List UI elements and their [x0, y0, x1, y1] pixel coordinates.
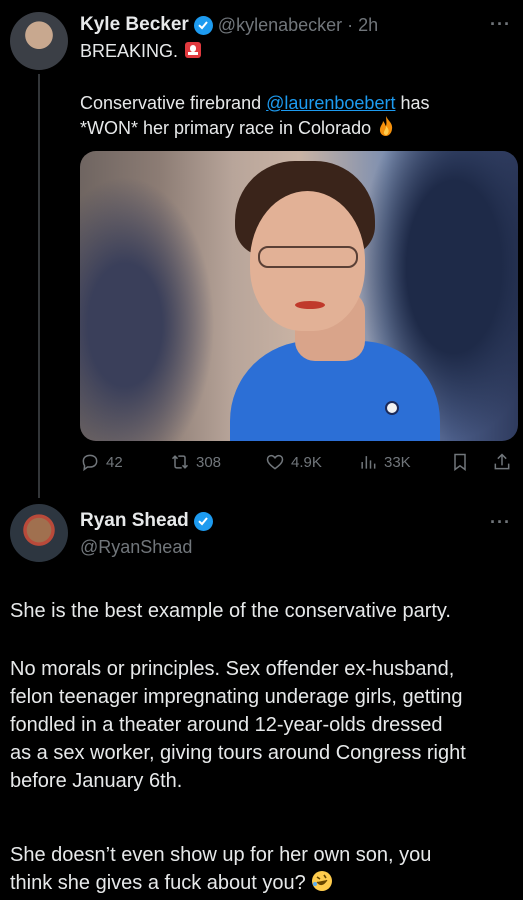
bookmark-button[interactable] — [450, 452, 470, 472]
tweet2-handle[interactable]: @RyanShead — [80, 537, 192, 558]
share-icon — [494, 453, 510, 470]
tweet1-time[interactable]: 2h — [358, 15, 378, 36]
photo-subject-glasses — [258, 246, 358, 268]
photo-subject-lips — [295, 301, 325, 309]
tweet2-paragraph1: She is the best example of the conservat… — [10, 600, 451, 622]
tweet1-body-line1: Conservative firebrand @laurenboebert ha… — [80, 91, 510, 115]
tweet2-p2-line: No morals or principles. Sex offender ex… — [10, 658, 455, 680]
tweet1-body: Conservative firebrand @laurenboebert ha… — [80, 91, 510, 143]
fire-emoji-icon — [376, 115, 396, 143]
like-icon — [266, 454, 284, 470]
reply-count: 42 — [106, 453, 123, 471]
verified-badge-icon — [193, 15, 213, 35]
like-count: 4.9K — [291, 453, 322, 471]
views-button[interactable]: 33K — [358, 452, 411, 472]
verified-badge-icon — [193, 511, 213, 531]
views-icon — [361, 456, 376, 469]
tweet1-body-line2: *WON* her primary race in Colorado — [80, 115, 510, 143]
retweet-icon — [171, 455, 189, 469]
tweet1-display-name[interactable]: Kyle Becker — [80, 14, 189, 36]
tweet2-p3-line-2: think she gives a fuck about you? — [10, 869, 515, 900]
tweet1-more-button[interactable]: ··· — [490, 14, 511, 35]
reply-button[interactable]: 42 — [80, 452, 123, 472]
tweet1-photo[interactable] — [80, 151, 518, 441]
rofl-emoji-icon — [311, 870, 333, 900]
views-count: 33K — [384, 453, 411, 471]
tweet2-p2-line: felon teenager impregnating underage gir… — [10, 686, 463, 708]
tweet2-p2-line: as a sex worker, giving tours around Con… — [10, 742, 466, 764]
tweet1-header: Kyle Becker @kylenabecker · 2h — [80, 14, 378, 36]
share-button[interactable] — [492, 452, 512, 472]
tweet2-more-button[interactable]: ··· — [490, 512, 511, 533]
thread-line — [38, 74, 40, 498]
tweet2-p3-line: She doesn’t even show up for her own son… — [10, 844, 432, 866]
tweet1-line1: BREAKING. — [80, 39, 203, 66]
bookmark-icon — [454, 453, 466, 471]
tweet1-handle[interactable]: @kylenabecker — [218, 15, 342, 36]
tweet1-action-bar: 42 308 4.9K 33K — [80, 452, 518, 476]
like-button[interactable]: 4.9K — [265, 452, 322, 472]
tweet2-header: Ryan Shead — [80, 510, 213, 532]
photo-background-left — [80, 151, 230, 441]
tweet1-separator: · — [347, 14, 354, 35]
tweet1-body-text-b: has — [395, 93, 430, 113]
retweet-count: 308 — [196, 453, 222, 471]
tweet1-body-text-a: Conservative firebrand — [80, 93, 267, 113]
tweet2-p3-line-2-text: think she gives a fuck about you? — [10, 872, 306, 894]
tweet2-display-name[interactable]: Ryan Shead — [80, 510, 189, 532]
tweet1-breaking-text: BREAKING. — [80, 41, 179, 61]
photo-subject-pin — [385, 401, 399, 415]
tweet2-paragraph3: She doesn’t even show up for her own son… — [10, 841, 515, 900]
tweet2-p2-line: before January 6th. — [10, 770, 183, 792]
avatar-kyle-becker[interactable] — [10, 12, 68, 70]
tweet1-body-text-c: *WON* her primary race in Colorado — [80, 118, 372, 138]
tweet2-p2-line: fondled in a theater around 12-year-olds… — [10, 714, 443, 736]
tweet2-paragraph2: No morals or principles. Sex offender ex… — [10, 655, 515, 795]
reply-icon — [82, 454, 98, 472]
siren-emoji-icon — [183, 40, 203, 66]
avatar-ryan-shead[interactable] — [10, 504, 68, 562]
mention-link[interactable]: @laurenboebert — [266, 93, 395, 113]
retweet-button[interactable]: 308 — [170, 452, 221, 472]
